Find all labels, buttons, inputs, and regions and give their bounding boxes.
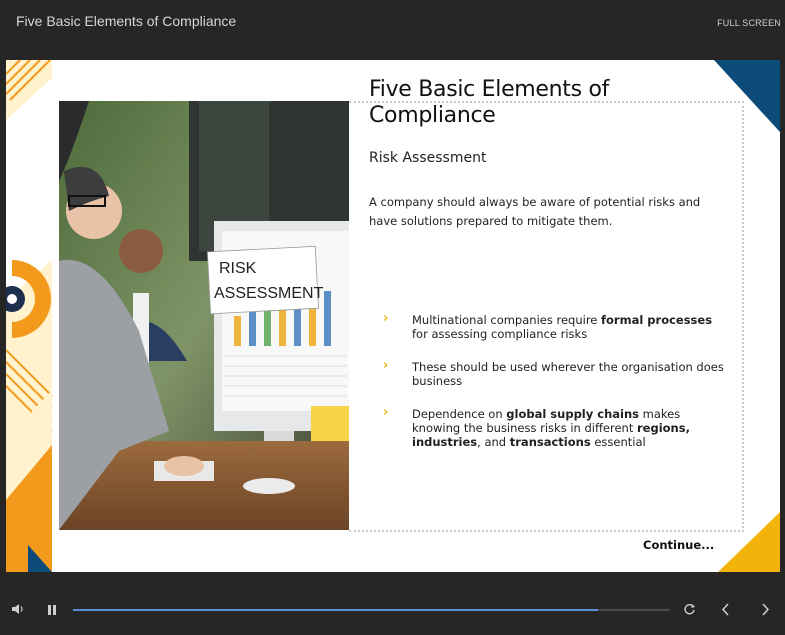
fullscreen-button[interactable]: FULL SCREEN (717, 18, 781, 28)
top-bar: Five Basic Elements of Compliance FULL S… (0, 0, 785, 60)
sign-text-line2: ASSESSMENT (214, 285, 324, 302)
chevron-right-icon: › (383, 311, 389, 326)
chevron-right-icon: › (383, 405, 389, 420)
next-icon[interactable] (759, 603, 771, 621)
sign-text-line1: RISK (219, 260, 257, 277)
continue-button[interactable]: Continue... (643, 538, 714, 552)
pause-icon[interactable] (46, 603, 58, 621)
intro-text: A company should always be aware of pote… (369, 195, 701, 228)
player-controls (0, 590, 785, 630)
chevron-right-icon: › (383, 358, 389, 373)
slide-subtitle: Risk Assessment (369, 150, 487, 166)
previous-icon[interactable] (720, 603, 732, 621)
progress-bar[interactable] (73, 609, 670, 611)
replay-icon[interactable] (683, 603, 696, 621)
course-title: Five Basic Elements of Compliance (16, 13, 237, 29)
volume-icon[interactable] (11, 602, 25, 621)
risk-assessment-photo: RISK ASSESSMENT (59, 101, 349, 530)
progress-fill (73, 609, 599, 611)
slide-title: Five Basic Elements of Compliance (369, 77, 610, 128)
